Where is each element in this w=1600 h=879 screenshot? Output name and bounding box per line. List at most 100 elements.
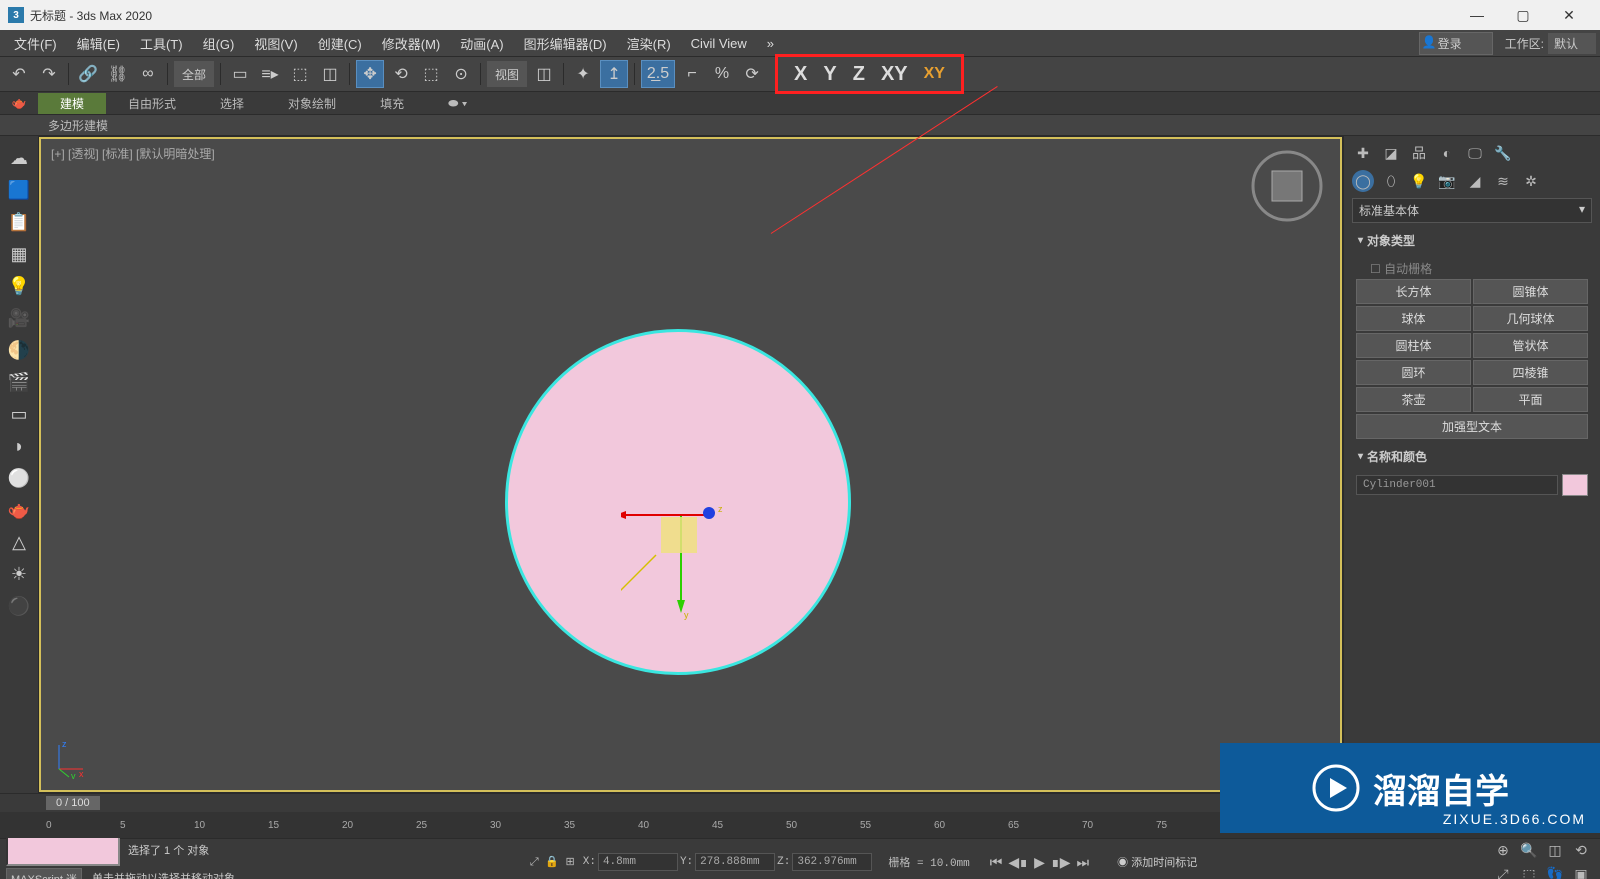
category-dropdown[interactable]: 标准基本体 [1352,198,1592,223]
moon-icon[interactable]: 🌗 [5,336,33,364]
plane-button[interactable]: 平面 [1473,387,1588,412]
cone-button[interactable]: 圆锥体 [1473,279,1588,304]
percent-snap-button[interactable]: % [709,61,735,87]
object-name-input[interactable]: Cylinder001 [1356,475,1558,495]
nav-max-button[interactable]: ▣ [1570,863,1592,879]
menu-graph-editor[interactable]: 图形编辑器(D) [514,34,617,53]
menu-group[interactable]: 组(G) [193,34,245,53]
nav-walk-button[interactable]: 👣 [1544,863,1566,879]
time-slider[interactable]: 0 / 100 [46,796,100,810]
slate-icon[interactable]: 🟦 [5,176,33,204]
utilities-tab-icon[interactable]: 🔧 [1492,142,1514,164]
sphere-icon[interactable]: ⚪ [5,464,33,492]
tube-button[interactable]: 管状体 [1473,333,1588,358]
lock-icon[interactable]: ⤢ 🔒 ⊞ [530,855,575,869]
systems-icon[interactable]: ✲ [1520,170,1542,192]
keyboard-shortcut-button[interactable]: ↥ [600,60,628,88]
object-color-swatch[interactable] [1562,474,1588,496]
spacewarps-icon[interactable]: ≋ [1492,170,1514,192]
autogrid-checkbox[interactable]: ☐ 自动栅格 [1356,258,1588,279]
pyramid-button[interactable]: 四棱锥 [1473,360,1588,385]
name-color-rollout[interactable]: 名称和颜色 [1352,445,1592,468]
film-icon[interactable]: 🎬 [5,368,33,396]
ribbon-tab-paint[interactable]: 对象绘制 [266,93,358,114]
select-move-button[interactable]: ✥ [356,60,384,88]
plane-icon[interactable]: ▭ [5,400,33,428]
box-button[interactable]: 长方体 [1356,279,1471,304]
cameras-icon[interactable]: 📷 [1436,170,1458,192]
next-frame-button[interactable]: ∎▶ [1051,854,1071,871]
x-coord-input[interactable]: 4.8mm [598,853,678,871]
workspace-dropdown[interactable]: 默认 [1548,33,1596,54]
light-icon[interactable]: 💡 [5,272,33,300]
nav-fov-button[interactable]: ◫ [1544,839,1566,861]
hierarchy-tab-icon[interactable]: 品 [1408,142,1430,164]
dome-icon[interactable]: ◗ [5,432,33,460]
menu-file[interactable]: 文件(F) [4,34,67,53]
motion-tab-icon[interactable]: ◐ [1436,142,1458,164]
window-crossing-button[interactable]: ◫ [317,61,343,87]
view-cube[interactable] [1250,149,1324,223]
menu-civil-view[interactable]: Civil View [681,36,757,51]
shapes-icon[interactable]: ⬯ [1380,170,1402,192]
axis-xy-button[interactable]: XY [881,63,908,86]
goto-end-button[interactable]: ⏭ [1077,854,1090,871]
maxscript-input[interactable]: MAXScript 迷 [6,868,82,879]
play-button[interactable]: ▶ [1034,854,1045,871]
geometry-icon[interactable]: ◯ [1352,170,1374,192]
ribbon-tab-freeform[interactable]: 自由形式 [106,93,198,114]
y-coord-input[interactable]: 278.888mm [695,853,775,871]
add-time-tag-button[interactable]: ◉ 添加时间标记 [1117,854,1197,870]
viewport-perspective[interactable]: [+] [透视] [标准] [默认明暗处理] y x z [39,137,1342,792]
sun-icon[interactable]: ☀ [5,560,33,588]
link-button[interactable]: 🔗 [75,61,101,87]
menu-render[interactable]: 渲染(R) [617,34,681,53]
axis-y-button[interactable]: Y [823,63,836,86]
schematic-icon[interactable]: ▦ [5,240,33,268]
cylinder-button[interactable]: 圆柱体 [1356,333,1471,358]
lights-icon[interactable]: 💡 [1408,170,1430,192]
viewport-label[interactable]: [+] [透视] [标准] [默认明暗处理] [51,145,215,162]
z-coord-input[interactable]: 362.976mm [792,853,872,871]
window-close-button[interactable]: ✕ [1546,0,1592,30]
sphere2-icon[interactable]: ⚫ [5,592,33,620]
select-region-button[interactable]: ⬚ [287,61,313,87]
ribbon-tab-more[interactable]: ⬬ ▾ [426,94,489,113]
goto-start-button[interactable]: ⏮ [990,854,1003,871]
modify-tab-icon[interactable]: ◪ [1380,142,1402,164]
spinner-snap-button[interactable]: ⟳ [739,61,765,87]
sphere-button[interactable]: 球体 [1356,306,1471,331]
list-icon[interactable]: 📋 [5,208,33,236]
nav-orbit-button[interactable]: ⟲ [1570,839,1592,861]
prev-frame-button[interactable]: ◀∎ [1008,854,1028,871]
nav-region-button[interactable]: ⬚ [1518,863,1540,879]
helpers-icon[interactable]: ◢ [1464,170,1486,192]
axis-x-button[interactable]: X [794,63,807,86]
menu-create[interactable]: 创建(C) [308,34,372,53]
nav-zoomext-button[interactable]: ⤢ [1492,863,1514,879]
axis-z-button[interactable]: Z [853,63,865,86]
ribbon-tab-modeling[interactable]: 建模 [38,93,106,114]
menu-tools[interactable]: 工具(T) [130,34,193,53]
undo-button[interactable]: ↶ [6,61,32,87]
snap-toggle-button[interactable]: 2̲.5 [641,60,675,88]
teapot-button[interactable]: 茶壶 [1356,387,1471,412]
ribbon-tab-select[interactable]: 选择 [198,93,266,114]
cloud-icon[interactable]: ☁ [5,144,33,172]
login-button[interactable]: 登录 [1419,32,1493,55]
unlink-button[interactable]: ⛓ [105,61,131,87]
nav-zoom-button[interactable]: 🔍 [1518,839,1540,861]
menu-view[interactable]: 视图(V) [244,34,307,53]
angle-snap-button[interactable]: ⌐ [679,61,705,87]
teapot-icon[interactable]: 🫖 [0,96,38,110]
ref-coord-dropdown[interactable]: 视图 [487,61,527,87]
redo-button[interactable]: ↷ [36,61,62,87]
geosphere-button[interactable]: 几何球体 [1473,306,1588,331]
selection-color-swatch[interactable] [6,834,120,866]
manipulate-button[interactable]: ✦ [570,61,596,87]
ribbon-tab-populate[interactable]: 填充 [358,93,426,114]
selection-filter-dropdown[interactable]: 全部 [174,61,214,87]
use-pivot-button[interactable]: ◫ [531,61,557,87]
select-place-button[interactable]: ⊙ [448,61,474,87]
window-maximize-button[interactable]: ▢ [1500,0,1546,30]
